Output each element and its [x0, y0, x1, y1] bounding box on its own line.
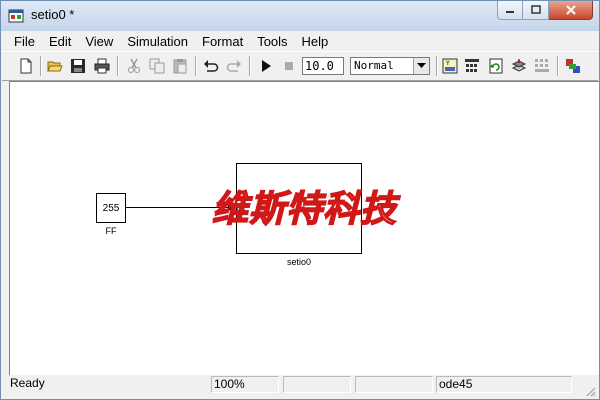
copy-icon — [149, 58, 165, 74]
start-simulation-button[interactable] — [258, 58, 274, 74]
print-icon — [94, 58, 110, 74]
block-diagram-icon — [465, 59, 479, 72]
toolbar-separator — [195, 56, 197, 76]
app-window: setio0 * File Edit View Simulation Forma… — [0, 0, 600, 400]
model-canvas[interactable]: 255 FF In1 setio0 维斯特科技 — [9, 81, 599, 375]
title-bar[interactable]: setio0 * — [1, 1, 599, 31]
print-button[interactable] — [94, 58, 110, 74]
toolbar-separator — [117, 56, 119, 76]
window-title: setio0 * — [31, 7, 75, 22]
status-pane-empty — [283, 376, 351, 393]
minimize-button[interactable] — [497, 1, 523, 20]
cut-icon — [128, 58, 140, 73]
solver-name: ode45 — [436, 376, 572, 393]
copy-button[interactable] — [149, 58, 165, 74]
redo-icon — [226, 60, 241, 72]
close-button[interactable] — [549, 1, 593, 20]
save-icon — [71, 59, 85, 73]
toolbar-separator — [249, 56, 251, 76]
menu-tools[interactable]: Tools — [250, 34, 294, 49]
build-icon — [535, 59, 549, 72]
constant-value: 255 — [102, 202, 120, 214]
watermark-text: 维斯特科技 — [211, 187, 398, 231]
debug-button[interactable] — [511, 58, 527, 74]
redo-button[interactable] — [226, 58, 242, 74]
block-diagram-button[interactable] — [464, 58, 480, 74]
maximize-button[interactable] — [523, 1, 549, 20]
status-bar: Ready 100% ode45 — [2, 375, 598, 399]
update-diagram-button[interactable] — [488, 58, 504, 74]
library-browser-icon: Y — [442, 58, 458, 74]
open-button[interactable] — [47, 58, 63, 74]
menu-file[interactable]: File — [2, 34, 42, 49]
maximize-icon — [530, 5, 541, 14]
undo-icon — [204, 60, 219, 72]
menu-view[interactable]: View — [78, 34, 120, 49]
toolbar: 10.0 Normal Y — [2, 51, 598, 81]
menu-bar: File Edit View Simulation Format Tools H… — [2, 31, 598, 51]
model-explorer-button[interactable] — [565, 58, 581, 74]
model-explorer-icon — [566, 59, 580, 73]
constant-block[interactable]: 255 — [96, 193, 126, 223]
dropdown-arrow[interactable] — [413, 58, 429, 74]
menu-help[interactable]: Help — [295, 34, 336, 49]
simulation-mode-select[interactable]: Normal — [350, 57, 430, 75]
svg-text:Y: Y — [445, 60, 450, 67]
toolbar-separator — [436, 56, 438, 76]
zoom-level: 100% — [211, 376, 279, 393]
play-icon — [262, 60, 271, 72]
paste-icon — [173, 59, 187, 74]
toolbar-separator — [557, 56, 559, 76]
new-button[interactable] — [18, 58, 34, 74]
stop-time-input[interactable]: 10.0 — [302, 57, 344, 75]
status-pane-empty — [355, 376, 433, 393]
paste-button[interactable] — [172, 58, 188, 74]
stop-icon — [285, 62, 293, 70]
simulation-mode-value: Normal — [354, 59, 394, 72]
close-icon — [565, 5, 576, 15]
refresh-icon — [489, 58, 503, 74]
status-text: Ready — [10, 376, 45, 390]
menu-edit[interactable]: Edit — [42, 34, 78, 49]
save-button[interactable] — [70, 58, 86, 74]
undo-button[interactable] — [203, 58, 219, 74]
new-file-icon — [20, 58, 32, 74]
cut-button[interactable] — [126, 58, 142, 74]
minimize-icon — [506, 11, 514, 13]
stop-simulation-button[interactable] — [281, 58, 297, 74]
menu-format[interactable]: Format — [195, 34, 250, 49]
chevron-down-icon — [417, 63, 426, 68]
window-controls — [497, 1, 593, 21]
toolbar-separator — [40, 56, 42, 76]
debug-icon — [511, 59, 527, 72]
open-folder-icon — [47, 61, 63, 72]
build-button[interactable] — [534, 58, 550, 74]
constant-block-label[interactable]: FF — [96, 226, 126, 236]
menu-simulation[interactable]: Simulation — [120, 34, 195, 49]
subsystem-block-label[interactable]: setio0 — [236, 257, 362, 267]
simulink-model-icon — [8, 9, 24, 23]
resize-grip-icon[interactable] — [584, 385, 596, 397]
library-browser-button[interactable]: Y — [442, 58, 458, 74]
